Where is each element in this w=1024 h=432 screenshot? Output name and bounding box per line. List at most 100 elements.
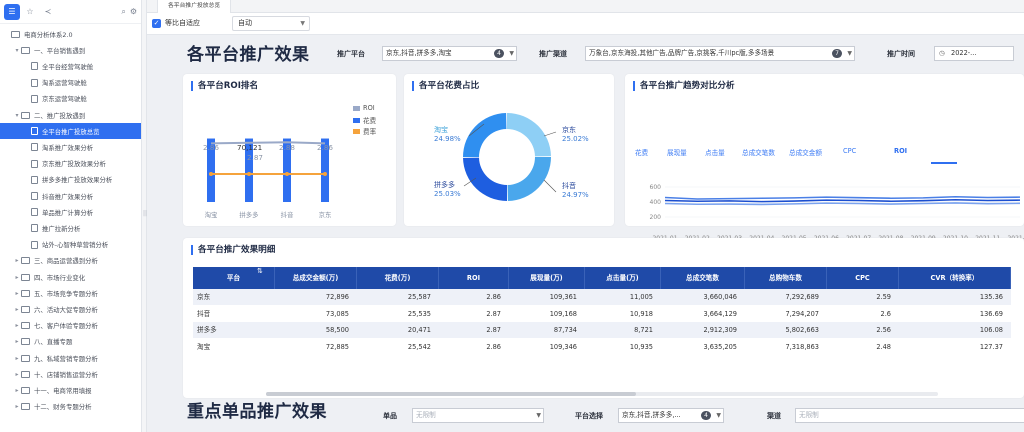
trend-line[interactable]	[664, 202, 1021, 206]
rate-point[interactable]	[247, 172, 251, 176]
sidebar-item[interactable]: ▾ 二、推广投放遇到	[0, 107, 141, 123]
share-icon[interactable]: ≺	[40, 4, 56, 20]
chevron-down-icon: ▼	[509, 50, 514, 57]
trend-tab[interactable]: CPC	[843, 147, 856, 155]
sidebar-item[interactable]: ▸ 四、市场行业变化	[0, 269, 141, 285]
collapsed-arrow-icon[interactable]: ▸	[13, 290, 21, 297]
column-header[interactable]: 总成交笔数	[661, 267, 745, 289]
table-cell: 5,802,663	[785, 326, 819, 334]
table-row[interactable]: 淘宝 72,885 25,542 2.86 109,346 10,935 3,635,205…	[193, 338, 1011, 355]
star-icon[interactable]: ☆	[22, 4, 38, 20]
filter-time-picker[interactable]: ◷ 2022-...	[934, 46, 1014, 61]
column-header[interactable]: 总购物车数	[745, 267, 827, 289]
adaptive-checkbox[interactable]: ✓	[152, 19, 161, 28]
sidebar-item[interactable]: ▸ 十一、电商常用填报	[0, 382, 141, 398]
rate-point[interactable]	[209, 172, 213, 176]
rate-point[interactable]	[285, 172, 289, 176]
sidebar-item-label: 七、客户体验专题分析	[34, 322, 98, 331]
table-row[interactable]: 拼多多 58,500 20,471 2.87 87,734 8,721 2,912,309 5…	[193, 322, 1011, 338]
pie-slice[interactable]	[463, 113, 507, 158]
filter-channel-select[interactable]: 万象台,京东海投,其他广告,品牌广告,京挑客,千川pc版,多多场景 7 ▼	[585, 46, 855, 61]
table-row[interactable]: 京东 72,896 25,587 2.86 109,361 11,005 3,660,046…	[193, 289, 1011, 305]
sidebar-item[interactable]: 拼多多推广投放效果分析	[0, 172, 141, 188]
column-header[interactable]: 总成交金额(万)	[275, 267, 357, 289]
trend-line[interactable]	[664, 195, 1021, 200]
zoom-select[interactable]: 自动 ▼	[232, 16, 310, 31]
column-header[interactable]: CVR（转换率）	[899, 267, 1011, 289]
sidebar-item[interactable]: 单品推广计算分析	[0, 204, 141, 220]
filter-channel-2-select[interactable]: 无限制	[795, 408, 1024, 423]
trend-line[interactable]	[664, 198, 1021, 203]
expanded-arrow-icon[interactable]: ▾	[13, 112, 21, 119]
column-header[interactable]: 展现量(万)	[509, 267, 585, 289]
sidebar-item[interactable]: 推广拉新分析	[0, 220, 141, 236]
legend-cost[interactable]: 花费	[353, 115, 376, 125]
report-icon	[31, 94, 38, 103]
collapsed-arrow-icon[interactable]: ▸	[13, 274, 21, 281]
trend-tab[interactable]: 总成交金额	[789, 147, 822, 157]
table-horizontal-scrollbar[interactable]	[266, 392, 938, 396]
rate-point[interactable]	[323, 172, 327, 176]
filter-channel-value: 万象台,京东海投,其他广告,品牌广告,京挑客,千川pc版,多多场景	[589, 49, 775, 57]
trend-tab[interactable]: 总成交笔数	[742, 147, 775, 157]
expanded-arrow-icon[interactable]: ▾	[13, 47, 21, 54]
sidebar-item[interactable]: 抖音推广效果分析	[0, 188, 141, 204]
collapsed-arrow-icon[interactable]: ▸	[13, 387, 21, 394]
sidebar-item[interactable]: 京东推广投放效果分析	[0, 156, 141, 172]
search-icon[interactable]: ⌕	[121, 7, 125, 17]
sort-icon[interactable]: ⇅	[257, 267, 263, 275]
sidebar-item[interactable]: ▸ 三、商品运营遇到分析	[0, 253, 141, 269]
list-icon[interactable]: ☰	[4, 3, 20, 20]
trend-tab[interactable]: ROI	[894, 147, 907, 155]
legend-roi[interactable]: ROI	[353, 104, 375, 112]
sidebar-item-label: 四、市场行业变化	[34, 273, 86, 282]
table-cell: 7,294,207	[785, 309, 819, 318]
column-header[interactable]: 花费(万)	[357, 267, 439, 289]
collapsed-arrow-icon[interactable]: ▸	[13, 355, 21, 362]
filter-label-channel: 推广渠道	[539, 50, 567, 58]
sidebar-item[interactable]: 淘系运营驾驶舱	[0, 75, 141, 91]
sidebar-item[interactable]: 全平台推广投放总览	[0, 123, 141, 140]
sidebar-item[interactable]: ▸ 九、私域营销专题分析	[0, 350, 141, 366]
trend-tab[interactable]: 展现量	[667, 147, 687, 157]
legend-rate[interactable]: 费率	[353, 126, 376, 136]
column-header[interactable]: ROI	[439, 267, 509, 289]
table-cell: 58,500	[325, 326, 349, 334]
collapsed-arrow-icon[interactable]: ▸	[13, 403, 21, 410]
sidebar-item[interactable]: ▾ 一、平台销售遇到	[0, 42, 141, 58]
slice-name-label: 抖音	[562, 181, 576, 190]
table-row[interactable]: 抖音 73,085 25,535 2.87 109,168 10,918 3,664,129…	[193, 305, 1011, 322]
sidebar-item[interactable]: 淘系推广效果分析	[0, 139, 141, 155]
trend-tab[interactable]: 点击量	[705, 147, 725, 157]
collapsed-arrow-icon[interactable]: ▸	[13, 306, 21, 313]
column-header[interactable]: 点击量(万)	[585, 267, 661, 289]
collapsed-arrow-icon[interactable]: ▸	[13, 338, 21, 345]
sidebar-item[interactable]: ▸ 十二、财务专题分析	[0, 399, 141, 415]
tab-current-report[interactable]: 各平台推广投放总览	[157, 0, 232, 13]
trend-chart: 2004006002021-012021-022021-032021-04202…	[650, 184, 1024, 242]
collapsed-arrow-icon[interactable]: ▸	[13, 371, 21, 378]
sidebar-item[interactable]: ▸ 五、市场竞争专题分析	[0, 285, 141, 301]
sidebar-item[interactable]: 电商分析体系2.0	[0, 26, 141, 42]
settings-icon[interactable]: ⚙	[130, 7, 137, 17]
scrollbar-thumb[interactable]	[266, 392, 636, 396]
sidebar-item[interactable]: 全平台经营驾驶舱	[0, 58, 141, 74]
filter-platform-2-select[interactable]: 京东,抖音,拼多多,... 4 ▼	[618, 408, 724, 423]
collapsed-arrow-icon[interactable]: ▸	[13, 322, 21, 329]
sidebar-item[interactable]: ▸ 七、客户体验专题分析	[0, 318, 141, 334]
pie-slice[interactable]	[463, 157, 507, 201]
sidebar-item[interactable]: ▸ 十、店铺销售运营分析	[0, 366, 141, 382]
pie-slice[interactable]	[507, 156, 551, 201]
sidebar-item-label: 京东运营驾驶舱	[42, 95, 87, 104]
collapsed-arrow-icon[interactable]: ▸	[13, 257, 21, 264]
sidebar-item[interactable]: 京东运营驾驶舱	[0, 91, 141, 107]
filter-item-select[interactable]: 无限制 ▼	[412, 408, 544, 423]
filter-channel-count: 7	[832, 49, 842, 58]
pie-slice[interactable]	[507, 113, 551, 157]
column-header[interactable]: CPC	[827, 267, 899, 289]
sidebar-item[interactable]: ▸ 八、直播专题	[0, 334, 141, 350]
sidebar-item[interactable]: ▸ 六、活动大促专题分析	[0, 301, 141, 317]
filter-platform-select[interactable]: 京东,抖音,拼多多,淘宝 4 ▼	[382, 46, 517, 61]
sidebar-item[interactable]: 站外-心智种草营销分析	[0, 237, 141, 253]
trend-tab[interactable]: 花费	[635, 147, 648, 157]
